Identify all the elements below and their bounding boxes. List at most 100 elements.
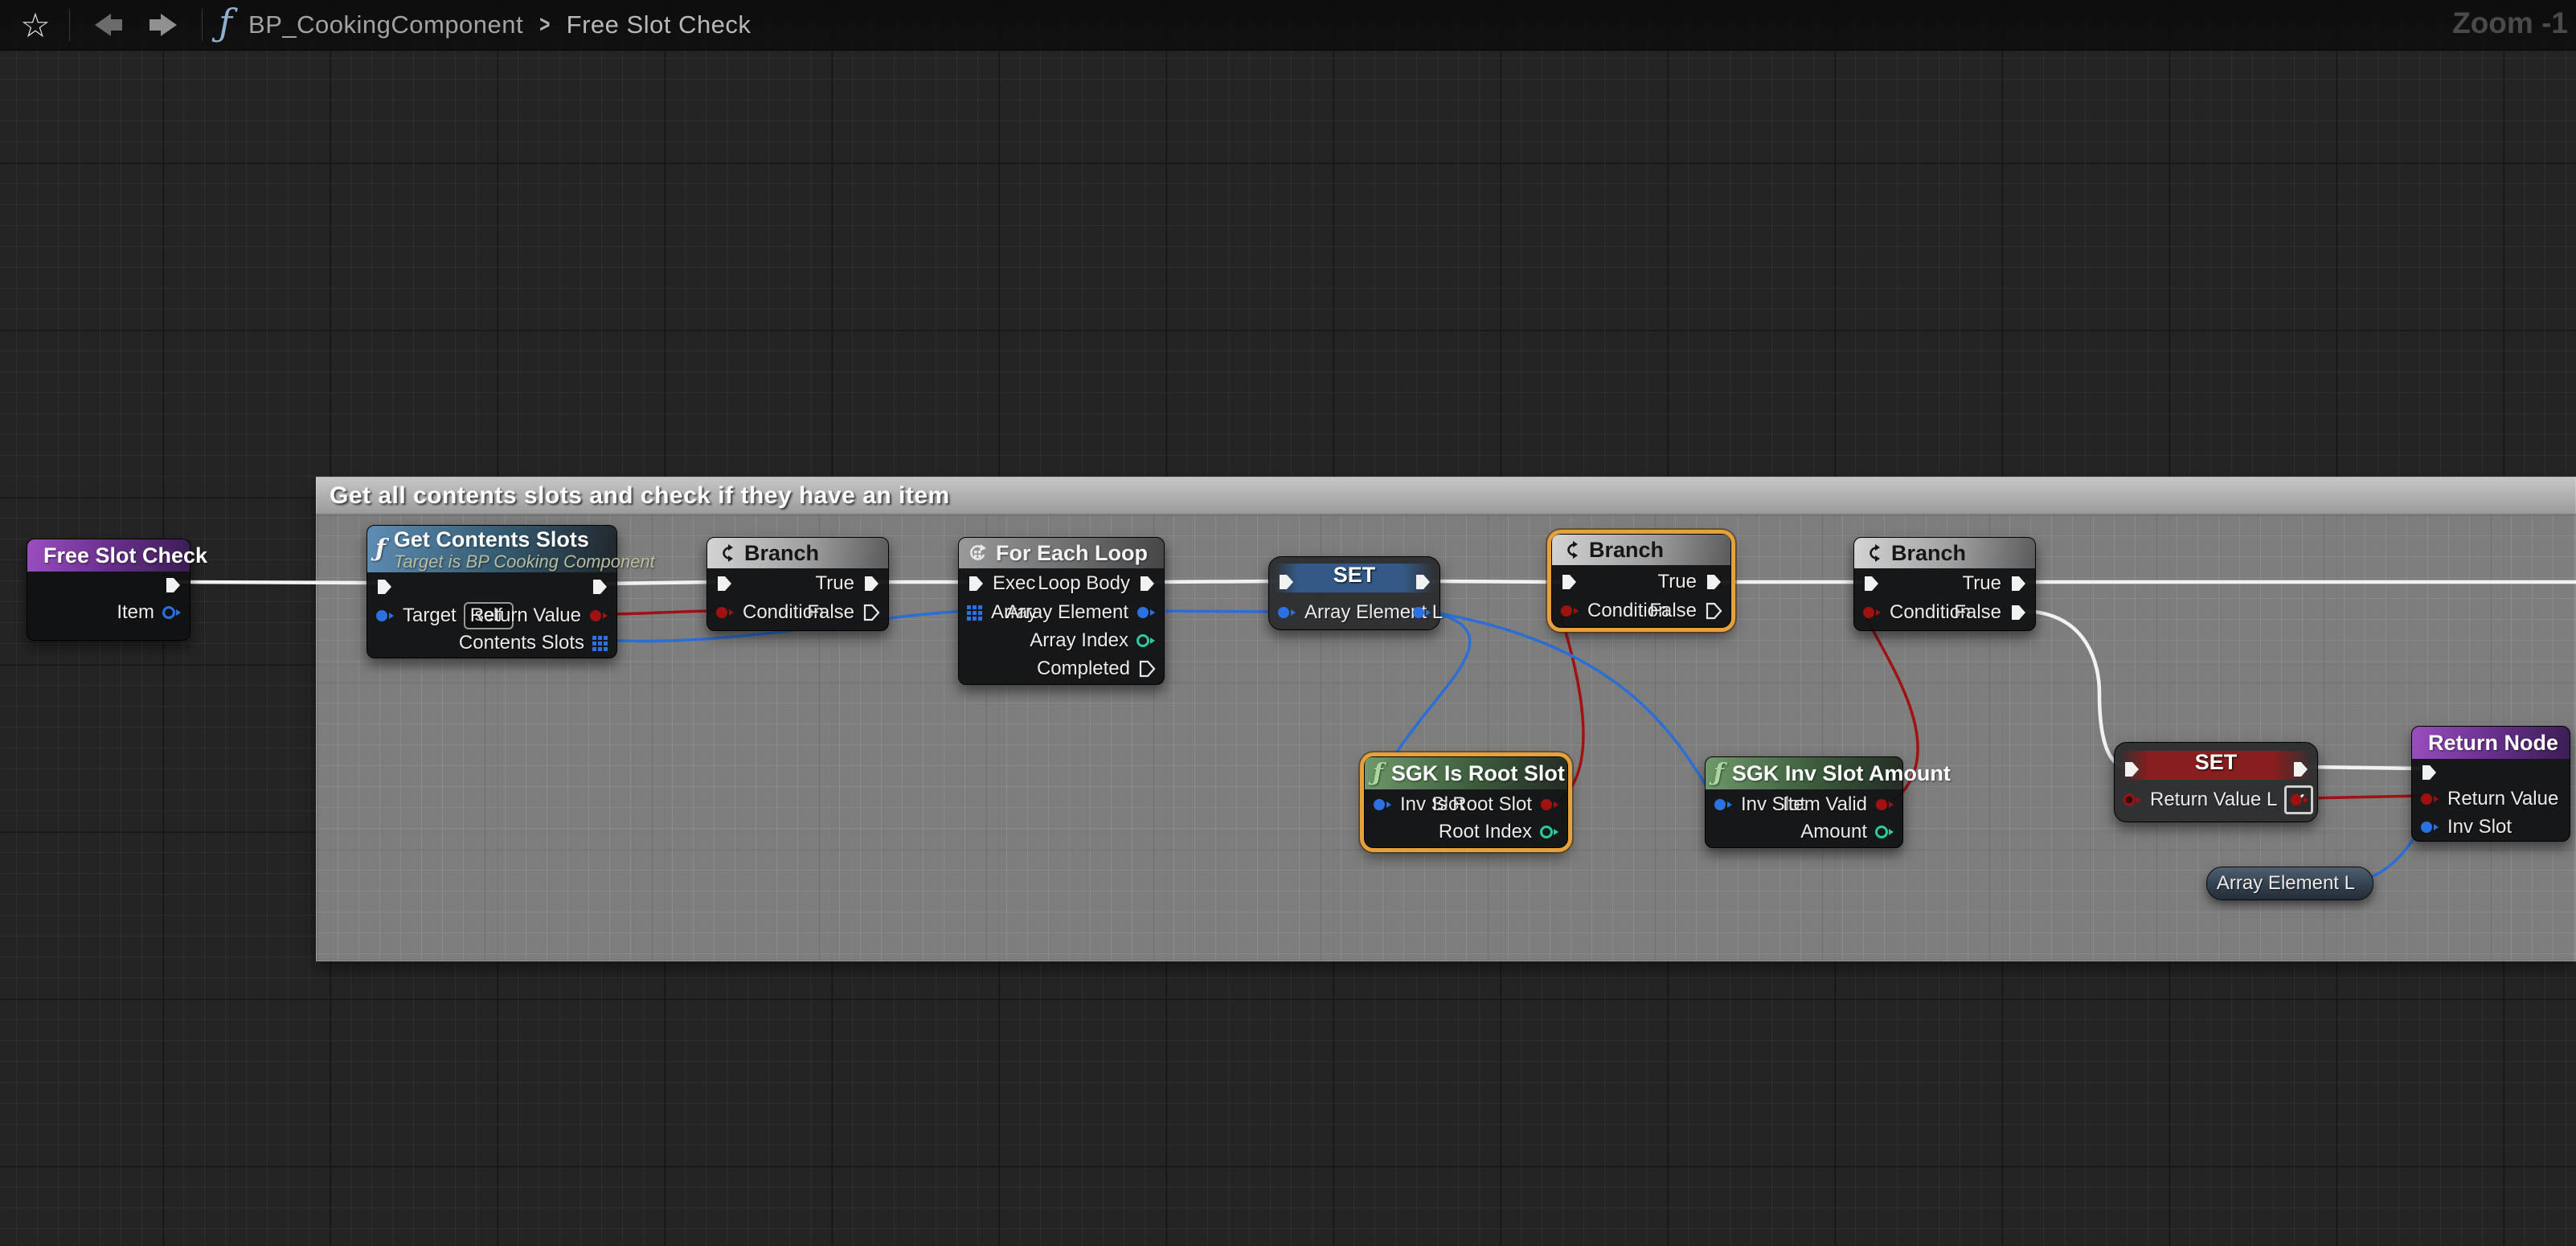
wire-bool-set2-to-return[interactable] (2308, 796, 2421, 798)
pure-function-icon: ƒ (1714, 761, 1724, 785)
bool-pin-icon (588, 606, 609, 625)
loop-body-out-pin[interactable]: Loop Body (1038, 572, 1157, 596)
wire-exec-entry-to-getcontents[interactable] (178, 582, 378, 583)
object-pin-icon (162, 603, 182, 622)
favorite-star-icon[interactable]: ☆ (11, 6, 59, 45)
graph-toolbar: ☆ ƒ BP_CookingComponent > Free Slot Chec… (0, 0, 2576, 51)
node-title: SET (2115, 750, 2317, 775)
bool-pin-icon (2289, 790, 2310, 809)
node-title: Branch (1589, 538, 1664, 563)
false-out-pin[interactable]: False (807, 600, 881, 625)
wire-exec-getcontents-to-branch1[interactable] (606, 582, 716, 584)
wire-object-arrayelement-to-set1[interactable] (1154, 611, 1278, 612)
array-index-out-pin[interactable]: Array Index (1030, 629, 1157, 653)
array-element-out-pin[interactable]: Array Element (1006, 600, 1157, 625)
breadcrumb-chevron-icon: > (539, 11, 550, 39)
exec-out-pin[interactable] (1413, 570, 1432, 594)
exec-in-pin[interactable] (1861, 572, 1881, 596)
completed-out-pin[interactable]: Completed (1037, 657, 1157, 681)
exec-pin-icon (2291, 760, 2310, 779)
breadcrumb-parent[interactable]: BP_CookingComponent (248, 10, 523, 39)
bool-pin-icon (2419, 789, 2440, 809)
object-pin-icon (1713, 795, 1734, 814)
is-root-slot-out-pin[interactable]: Is Root Slot (1432, 793, 1560, 817)
branch-icon (1560, 539, 1581, 560)
bool-pin-icon (1861, 603, 1882, 622)
exec-pin-icon (2122, 760, 2141, 779)
forward-arrow-icon[interactable] (136, 9, 192, 41)
node-free-slot-check[interactable]: Free Slot Check Item (27, 539, 190, 641)
blueprint-graph-canvas[interactable]: Get all contents slots and check if they… (0, 0, 2576, 1246)
exec-pin-icon (1413, 572, 1432, 592)
node-branch-1[interactable]: Branch Condition True False (706, 537, 889, 631)
inv-slot-in-pin[interactable]: Inv Slot (2419, 815, 2512, 839)
branch-icon (1862, 543, 1883, 564)
bool-pin-icon (1874, 795, 1895, 814)
exec-in-pin[interactable] (2419, 760, 2439, 785)
exec-out-pin[interactable] (2291, 757, 2310, 781)
object-pin-icon (375, 606, 395, 625)
item-valid-out-pin[interactable]: Item Valid (1783, 793, 1895, 817)
bool-pin-icon (2122, 790, 2143, 809)
node-branch-3[interactable]: Branch Condition True False (1853, 537, 2036, 631)
item-out-pin[interactable]: Item (117, 600, 182, 625)
value-in-pin[interactable]: Return Value L ✓ (2122, 788, 2313, 812)
exec-pin-icon (715, 574, 734, 593)
exec-out-pin[interactable] (590, 575, 609, 599)
exec-pin-icon (590, 577, 609, 596)
exec-out-pin[interactable] (163, 573, 182, 597)
loop-icon (967, 543, 988, 564)
contents-slots-out-pin[interactable]: Contents Slots (459, 631, 609, 655)
exec-pin-icon (163, 576, 182, 595)
return-value-out-pin[interactable]: Return Value (470, 604, 609, 628)
false-out-pin[interactable]: False (1954, 600, 2028, 625)
node-for-each-loop[interactable]: For Each Loop Exec Array Loop Body Array… (958, 537, 1165, 685)
exec-in-pin[interactable]: Exec (966, 572, 1035, 596)
breadcrumb-current[interactable]: Free Slot Check (567, 10, 752, 39)
back-arrow-icon[interactable] (80, 9, 136, 41)
amount-out-pin[interactable]: Amount (1800, 820, 1895, 844)
true-out-pin[interactable]: True (816, 572, 881, 596)
wire-exec-set2-to-return[interactable] (2308, 767, 2421, 769)
exec-pin-icon (1704, 572, 1723, 592)
wire-exec-set1-to-branch2[interactable] (1430, 581, 1561, 582)
root-index-out-pin[interactable]: Root Index (1439, 820, 1560, 844)
int-pin-icon (1539, 822, 1560, 842)
node-return[interactable]: Return Node Return Value Inv Slot (2411, 726, 2570, 842)
node-set-return-value[interactable]: SET Return Value L ✓ (2114, 742, 2318, 822)
exec-pin-icon (1559, 572, 1579, 592)
exec-pin-icon (1137, 659, 1157, 678)
exec-in-pin[interactable] (375, 575, 394, 599)
exec-in-pin[interactable] (1276, 570, 1296, 594)
exec-in-pin[interactable] (1559, 570, 1579, 594)
object-pin-icon (2419, 818, 2440, 837)
object-pin-icon (1372, 795, 1393, 814)
node-set-array-element[interactable]: SET Array Element L (1268, 556, 1440, 630)
exec-pin-icon (1704, 601, 1723, 621)
false-out-pin[interactable]: False (1649, 599, 1723, 623)
object-pin-icon (1411, 603, 1432, 622)
exec-pin-icon (966, 574, 985, 593)
int-pin-icon (1874, 822, 1895, 842)
exec-pin-icon (2009, 574, 2028, 593)
exec-in-pin[interactable] (2122, 757, 2141, 781)
node-branch-2[interactable]: Branch Condition True False (1551, 534, 1731, 628)
wire-exec-loopbody-to-set1[interactable] (1154, 581, 1278, 582)
node-title: For Each Loop (996, 541, 1148, 566)
wire-bool-returnvalue-to-branch1[interactable] (606, 611, 716, 614)
node-sgk-inv-slot-amount[interactable]: ƒ SGK Inv Slot Amount Inv Slot Item Vali… (1705, 756, 1903, 848)
node-get-array-element[interactable]: Array Element L (2206, 867, 2373, 900)
true-out-pin[interactable]: True (1963, 572, 2028, 596)
true-out-pin[interactable]: True (1658, 570, 1723, 594)
value-out-pin[interactable] (2289, 788, 2310, 812)
node-title: SGK Inv Slot Amount (1732, 761, 1951, 786)
exec-in-pin[interactable] (715, 572, 734, 596)
bool-pin-icon (1559, 601, 1580, 621)
wire-exec-branch3false-to-set2[interactable] (2025, 611, 2123, 767)
object-pin-icon (1136, 603, 1157, 622)
node-title: Return Node (2428, 731, 2558, 756)
return-value-in-pin[interactable]: Return Value (2419, 787, 2558, 811)
node-get-contents-slots[interactable]: ƒ Get Contents Slots Target is BP Cookin… (367, 525, 617, 658)
value-out-pin[interactable] (1411, 600, 1432, 625)
node-sgk-is-root-slot[interactable]: ƒ SGK Is Root Slot Inv Slot Is Root Slot… (1364, 756, 1568, 848)
